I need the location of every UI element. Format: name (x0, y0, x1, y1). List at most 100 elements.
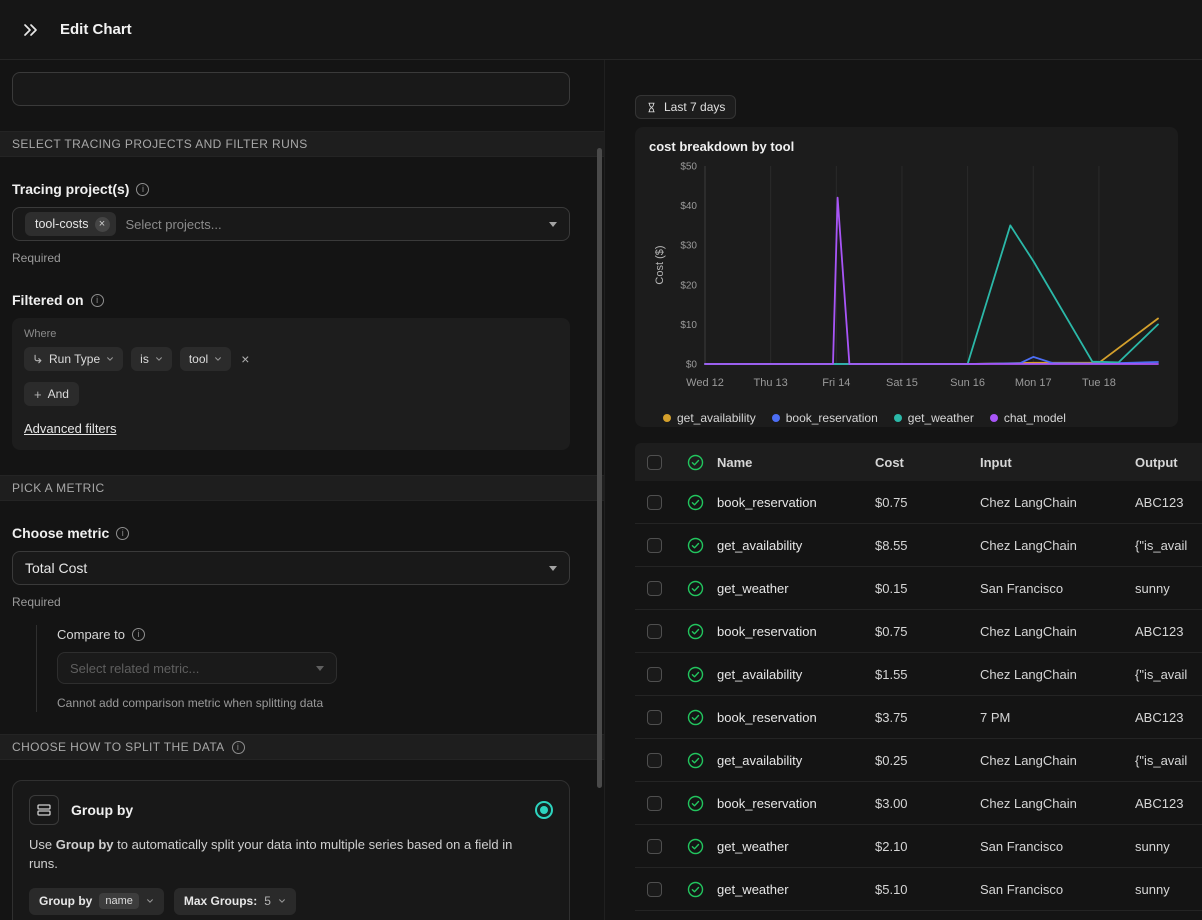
svg-text:$20: $20 (680, 280, 697, 291)
column-header-cost[interactable]: Cost (875, 455, 980, 470)
chevron-down-icon (106, 355, 114, 363)
column-header-output[interactable]: Output (1135, 455, 1202, 470)
svg-text:Sat 15: Sat 15 (886, 377, 918, 389)
svg-text:Sun 16: Sun 16 (950, 377, 985, 389)
desc-pre: Use (29, 837, 56, 852)
row-checkbox[interactable] (647, 624, 662, 639)
table-row[interactable]: get_weather$0.15San Franciscosunny (635, 567, 1202, 610)
table-row[interactable]: get_weather$5.10San Franciscosunny (635, 868, 1202, 911)
row-checkbox[interactable] (647, 538, 662, 553)
run-input: Chez LangChain (980, 796, 1135, 811)
project-chip-label: tool-costs (35, 217, 89, 231)
row-checkbox[interactable] (647, 839, 662, 854)
success-status-icon (687, 709, 704, 726)
table-row[interactable]: book_reservation$3.00Chez LangChainABC12… (635, 782, 1202, 825)
filter-field-chip[interactable]: Run Type (24, 347, 123, 371)
legend-item[interactable]: get_weather (894, 411, 974, 425)
svg-text:$10: $10 (680, 320, 697, 331)
expand-panel-button[interactable] (18, 17, 44, 43)
run-output: ABC123 (1135, 796, 1202, 811)
row-checkbox[interactable] (647, 796, 662, 811)
run-input: San Francisco (980, 839, 1135, 854)
compare-disabled-note: Cannot add comparison metric when splitt… (57, 696, 604, 710)
hourglass-icon (646, 101, 657, 114)
required-hint: Required (12, 251, 592, 265)
tracing-projects-select[interactable]: tool-costs × Select projects... (12, 207, 570, 241)
column-header-input[interactable]: Input (980, 455, 1135, 470)
compare-to-label: Compare to i (57, 627, 604, 642)
group-by-radio[interactable] (535, 801, 553, 819)
info-icon[interactable]: i (91, 294, 104, 307)
svg-text:$30: $30 (680, 241, 697, 252)
svg-text:Mon 17: Mon 17 (1015, 377, 1052, 389)
group-by-field-button[interactable]: Group by name (29, 888, 164, 915)
run-name: book_reservation (717, 710, 875, 725)
legend-dot (772, 414, 780, 422)
legend-label: book_reservation (786, 411, 878, 425)
legend-item[interactable]: chat_model (990, 411, 1066, 425)
run-cost: $0.25 (875, 753, 980, 768)
success-status-icon (687, 494, 704, 511)
remove-filter-icon[interactable]: × (239, 351, 251, 367)
advanced-filters-link[interactable]: Advanced filters (24, 421, 117, 436)
row-checkbox[interactable] (647, 667, 662, 682)
run-cost: $3.00 (875, 796, 980, 811)
table-row[interactable]: book_reservation$3.757 PMABC123 (635, 696, 1202, 739)
select-all-checkbox[interactable] (647, 455, 662, 470)
runs-table: Name Cost Input Output book_reservation$… (635, 443, 1202, 911)
success-status-icon (687, 795, 704, 812)
max-groups-button[interactable]: Max Groups: 5 (174, 888, 296, 915)
run-output: ABC123 (1135, 495, 1202, 510)
filter-operator-label: is (140, 352, 149, 366)
chart-card: cost breakdown by tool Wed 12Thu 13Fri 1… (635, 127, 1178, 427)
table-row[interactable]: book_reservation$0.75Chez LangChainABC12… (635, 610, 1202, 653)
add-and-condition-button[interactable]: + And (24, 382, 79, 406)
run-input: Chez LangChain (980, 624, 1135, 639)
compare-metric-placeholder: Select related metric... (70, 661, 306, 676)
chart-legend: get_availability book_reservation get_weat… (663, 411, 1164, 425)
remove-project-icon[interactable]: × (95, 217, 110, 232)
compare-metric-select[interactable]: Select related metric... (57, 652, 337, 684)
group-by-description: Use Group by to automatically split your… (29, 836, 534, 874)
chevron-down-icon (549, 222, 557, 227)
run-type-icon (33, 354, 43, 364)
filter-value-chip[interactable]: tool (180, 347, 231, 371)
section-header-metric-label: PICK A METRIC (12, 481, 105, 495)
info-icon[interactable]: i (136, 183, 149, 196)
row-checkbox[interactable] (647, 753, 662, 768)
info-icon[interactable]: i (132, 628, 145, 641)
svg-text:Fri 14: Fri 14 (822, 377, 850, 389)
run-name: book_reservation (717, 624, 875, 639)
row-checkbox[interactable] (647, 882, 662, 897)
chevron-down-icon (278, 897, 286, 905)
row-checkbox[interactable] (647, 495, 662, 510)
table-row[interactable]: get_weather$2.10San Franciscosunny (635, 825, 1202, 868)
legend-item[interactable]: get_availability (663, 411, 756, 425)
table-row[interactable]: get_availability$1.55Chez LangChain{"is_… (635, 653, 1202, 696)
legend-item[interactable]: book_reservation (772, 411, 878, 425)
chevron-down-icon (214, 355, 222, 363)
legend-dot (663, 414, 671, 422)
table-row[interactable]: get_availability$0.25Chez LangChain{"is_… (635, 739, 1202, 782)
success-status-icon (687, 881, 704, 898)
rows-stack-icon (36, 802, 52, 818)
chart-name-input[interactable] (12, 72, 570, 106)
info-icon[interactable]: i (232, 741, 245, 754)
chevron-down-icon (549, 566, 557, 571)
group-by-title: Group by (71, 802, 523, 818)
run-input: Chez LangChain (980, 495, 1135, 510)
table-row[interactable]: book_reservation$0.75Chez LangChainABC12… (635, 481, 1202, 524)
filter-operator-chip[interactable]: is (131, 347, 172, 371)
row-checkbox[interactable] (647, 581, 662, 596)
group-by-card[interactable]: Group by Use Group by to automatically s… (12, 780, 570, 920)
project-chip[interactable]: tool-costs × (25, 212, 116, 236)
table-row[interactable]: get_availability$8.55Chez LangChain{"is_… (635, 524, 1202, 567)
info-icon[interactable]: i (116, 527, 129, 540)
success-status-icon (687, 623, 704, 640)
row-checkbox[interactable] (647, 710, 662, 725)
column-header-name[interactable]: Name (717, 455, 875, 470)
metric-select[interactable]: Total Cost (12, 551, 570, 585)
table-header-row: Name Cost Input Output (635, 443, 1202, 481)
time-range-button[interactable]: Last 7 days (635, 95, 736, 119)
scrollbar-thumb[interactable] (597, 148, 602, 788)
